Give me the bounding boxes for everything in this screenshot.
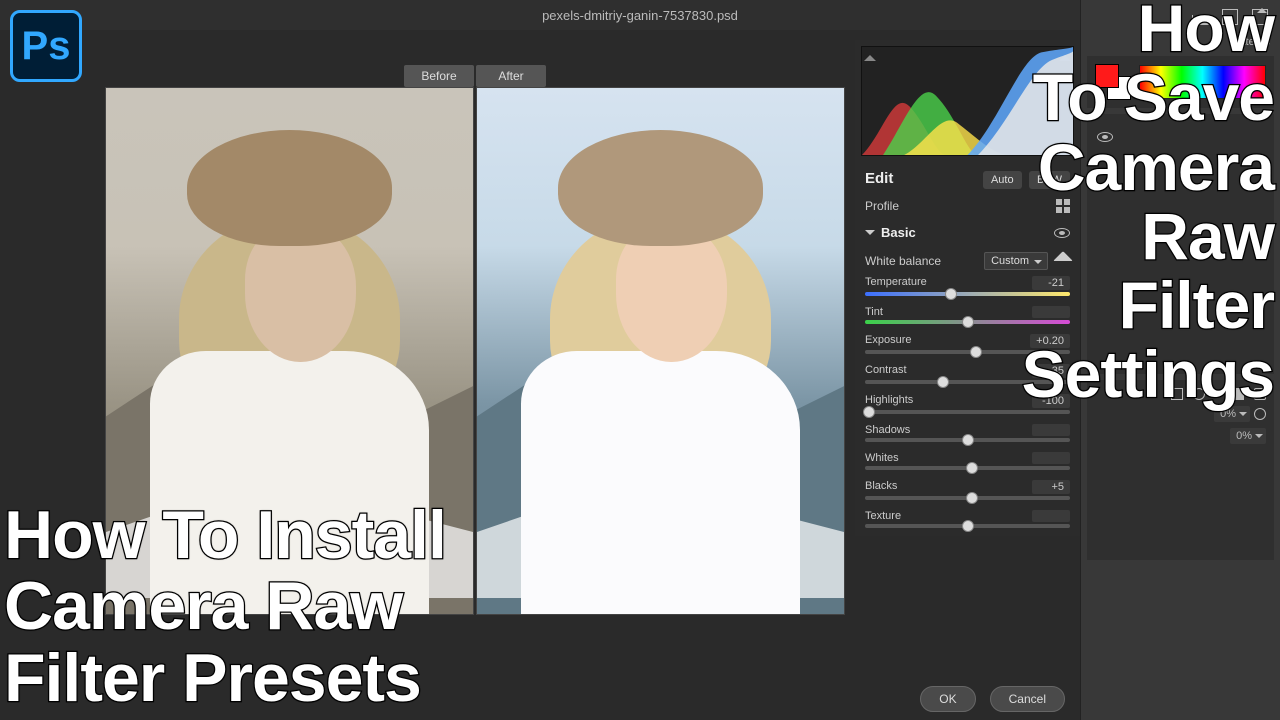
- slider-thumb[interactable]: [937, 376, 949, 388]
- chevron-down-icon: [865, 230, 875, 240]
- photoshop-logo: Ps: [10, 10, 82, 82]
- slider-thumb[interactable]: [945, 288, 957, 300]
- slider-track[interactable]: [865, 438, 1070, 442]
- after-pane: After: [476, 65, 845, 615]
- slider-blacks: Blacks +5: [855, 478, 1080, 508]
- slider-thumb[interactable]: [970, 346, 982, 358]
- before-label: Before: [404, 65, 474, 87]
- slider-label: Whites: [865, 452, 899, 464]
- slider-value[interactable]: [1032, 510, 1070, 522]
- cancel-button[interactable]: Cancel: [990, 686, 1065, 712]
- slider-thumb[interactable]: [966, 462, 978, 474]
- edit-panel-title: Edit: [865, 170, 893, 187]
- document-filename: pexels-dmitriy-ganin-7537830.psd: [542, 8, 738, 23]
- slider-thumb[interactable]: [962, 316, 974, 328]
- fill-dropdown[interactable]: 0%: [1230, 428, 1266, 444]
- slider-label: Tint: [865, 306, 883, 318]
- slider-label: Contrast: [865, 364, 907, 378]
- dialog-footer: OK Cancel: [920, 686, 1065, 712]
- thumbnail-headline-left: How To Install Camera Raw Filter Presets: [4, 500, 446, 714]
- slider-value[interactable]: [1032, 424, 1070, 436]
- slider-texture: Texture: [855, 508, 1080, 536]
- slider-label: Blacks: [865, 480, 897, 494]
- slider-thumb[interactable]: [966, 492, 978, 504]
- thumbnail-headline-right: How To Save Camera Raw Filter Settings: [1022, 0, 1274, 410]
- slider-label: Temperature: [865, 276, 927, 290]
- slider-whites: Whites: [855, 450, 1080, 478]
- slider-track[interactable]: [865, 496, 1070, 500]
- slider-value[interactable]: +5: [1032, 480, 1070, 494]
- slider-track[interactable]: [865, 524, 1070, 528]
- slider-thumb[interactable]: [962, 434, 974, 446]
- slider-shadows: Shadows: [855, 422, 1080, 450]
- slider-label: Exposure: [865, 334, 911, 348]
- basic-label: Basic: [881, 225, 916, 240]
- slider-thumb[interactable]: [863, 406, 875, 418]
- ok-button[interactable]: OK: [920, 686, 975, 712]
- after-image[interactable]: [476, 87, 845, 615]
- slider-thumb[interactable]: [962, 520, 974, 532]
- slider-label: Texture: [865, 510, 901, 522]
- after-label: After: [476, 65, 546, 87]
- slider-label: Shadows: [865, 424, 910, 436]
- white-balance-label: White balance: [865, 254, 941, 268]
- profile-label: Profile: [865, 199, 899, 213]
- auto-button[interactable]: Auto: [983, 171, 1022, 189]
- slider-track[interactable]: [865, 466, 1070, 470]
- slider-value[interactable]: [1032, 452, 1070, 464]
